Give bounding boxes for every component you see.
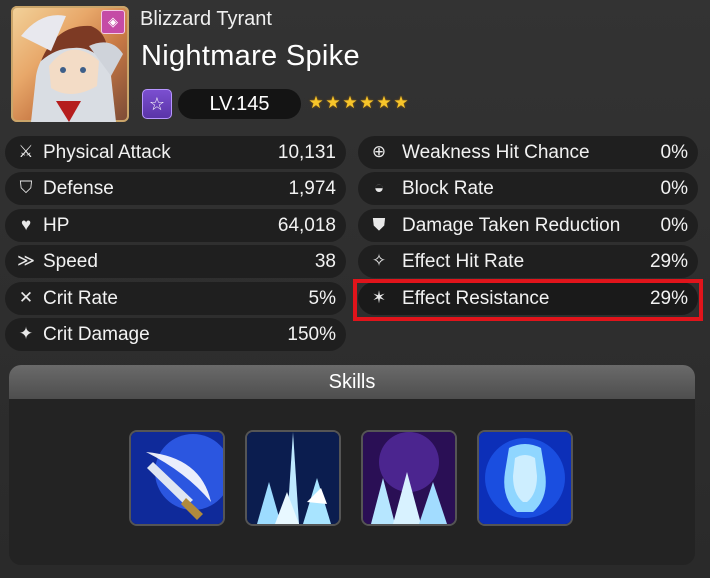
blade-slash-skill-icon[interactable] bbox=[129, 430, 225, 526]
stat-label: Crit Damage bbox=[43, 324, 150, 345]
skills-title: Skills bbox=[328, 371, 376, 393]
star-rating: ★ ★ ★ ★ ★ ★ bbox=[308, 93, 409, 113]
damage-reduction-icon: ⛊ bbox=[372, 215, 386, 234]
stat-label: Physical Attack bbox=[43, 142, 171, 163]
star-icon: ★ bbox=[359, 93, 375, 112]
heart-icon: ♥ bbox=[20, 215, 32, 234]
block-icon: ◒ bbox=[373, 178, 385, 197]
stat-row-block-rate: ◒ Block Rate 0% bbox=[358, 172, 698, 205]
stat-row-hp: ♥ HP 64,018 bbox=[5, 209, 346, 242]
stat-value: 10,131 bbox=[277, 142, 336, 163]
crosshair-icon: ⊕ bbox=[371, 142, 387, 161]
star-icon: ★ bbox=[376, 93, 392, 112]
stat-row-defense: ⛉ Defense 1,974 bbox=[5, 172, 346, 205]
hero-subtitle: Blizzard Tyrant bbox=[140, 8, 272, 30]
stat-row-crit-damage: ✦ Crit Damage 150% bbox=[5, 318, 346, 351]
star-icon: ★ bbox=[393, 93, 409, 112]
stat-label: Crit Rate bbox=[43, 288, 118, 309]
stat-label: Weakness Hit Chance bbox=[402, 142, 590, 163]
star-icon: ★ bbox=[342, 93, 358, 112]
stat-label: Defense bbox=[43, 178, 114, 199]
sword-icon: ⚔ bbox=[18, 142, 34, 161]
stat-value: 150% bbox=[287, 324, 336, 345]
stat-row-effect-hit-rate: ✧ Effect Hit Rate 29% bbox=[358, 245, 698, 278]
star-icon: ★ bbox=[325, 93, 341, 112]
effect-hit-icon: ✧ bbox=[371, 251, 387, 270]
stat-value: 0% bbox=[660, 142, 688, 163]
stat-value: 64,018 bbox=[277, 215, 336, 236]
hero-name: Nightmare Spike bbox=[141, 40, 360, 72]
stat-value: 5% bbox=[308, 288, 336, 309]
level-badge: LV.145 bbox=[178, 89, 301, 119]
highlight-box bbox=[353, 279, 703, 321]
crit-damage-icon: ✦ bbox=[18, 324, 34, 343]
stat-label: Speed bbox=[43, 251, 98, 272]
stat-label: HP bbox=[43, 215, 70, 236]
shield-icon: ⛉ bbox=[19, 178, 33, 197]
stat-value: 0% bbox=[660, 215, 688, 236]
stat-row-physical-attack: ⚔ Physical Attack 10,131 bbox=[5, 136, 346, 169]
hero-portrait[interactable]: ◈ bbox=[11, 6, 129, 122]
stat-value: 38 bbox=[314, 251, 336, 272]
stat-value: 0% bbox=[660, 178, 688, 199]
purple-star-class-icon: ☆ bbox=[142, 89, 172, 119]
stat-label: Damage Taken Reduction bbox=[402, 215, 621, 236]
stat-row-damage-taken-reduction: ⛊ Damage Taken Reduction 0% bbox=[358, 209, 698, 242]
ice-crystal-skill-icon[interactable] bbox=[245, 430, 341, 526]
stat-label: Block Rate bbox=[402, 178, 494, 199]
dark-ice-crystal-skill-icon[interactable] bbox=[361, 430, 457, 526]
stat-row-crit-rate: ✕ Crit Rate 5% bbox=[5, 282, 346, 315]
boot-icon: ≫ bbox=[17, 251, 35, 270]
skills-header: Skills bbox=[9, 365, 695, 399]
stat-label: Effect Hit Rate bbox=[402, 251, 525, 272]
stat-value: 29% bbox=[649, 251, 688, 272]
crit-icon: ✕ bbox=[18, 288, 34, 307]
frozen-armor-skill-icon[interactable] bbox=[477, 430, 573, 526]
star-icon: ★ bbox=[308, 93, 324, 112]
stat-row-weakness-hit-chance: ⊕ Weakness Hit Chance 0% bbox=[358, 136, 698, 169]
stat-value: 1,974 bbox=[288, 178, 336, 199]
diamond-badge-icon: ◈ bbox=[101, 10, 125, 34]
stat-row-speed: ≫ Speed 38 bbox=[5, 245, 346, 278]
